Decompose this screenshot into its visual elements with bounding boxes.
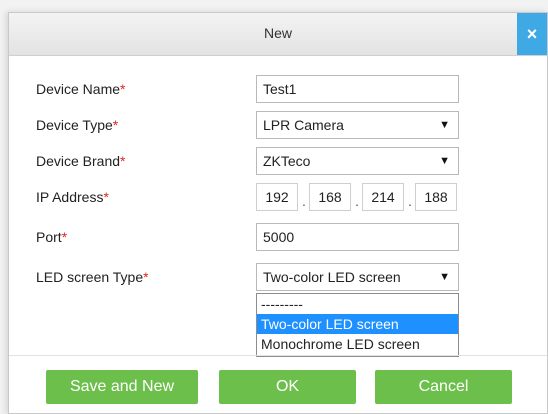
ip-address-label: IP Address* xyxy=(36,189,109,205)
dialog-title: New xyxy=(263,25,292,41)
port-label: Port* xyxy=(36,229,67,245)
ip-octet-1[interactable]: 192 xyxy=(256,183,298,211)
required-marker: * xyxy=(143,269,149,285)
dropdown-option-empty[interactable]: --------- xyxy=(257,294,458,314)
required-marker: * xyxy=(112,117,119,133)
required-marker: * xyxy=(103,189,109,205)
port-input[interactable]: 5000 xyxy=(256,223,459,251)
device-brand-label: Device Brand* xyxy=(36,153,126,169)
ip-octet-4[interactable]: 188 xyxy=(415,183,457,211)
ip-address-input: 192 . 168 . 214 . 188 xyxy=(256,183,459,211)
device-type-label-text: Device Type xyxy=(36,117,113,133)
device-name-input[interactable]: Test1 xyxy=(256,75,459,103)
device-type-label: Device Type* xyxy=(36,117,118,133)
led-screen-type-label-text: LED screen Type xyxy=(36,269,144,285)
ok-button[interactable]: OK xyxy=(219,370,356,404)
ip-dot: . xyxy=(355,193,359,209)
device-name-label: Device Name* xyxy=(36,81,125,97)
dialog-titlebar: New × xyxy=(9,13,547,56)
dropdown-option-two-color[interactable]: Two-color LED screen xyxy=(257,314,458,334)
led-screen-type-value: Two-color LED screen xyxy=(263,269,401,285)
save-and-new-button[interactable]: Save and New xyxy=(46,370,198,404)
device-brand-select[interactable]: ZKTeco ▼ xyxy=(256,147,459,175)
close-icon[interactable]: × xyxy=(517,13,547,55)
cancel-button[interactable]: Cancel xyxy=(375,370,512,404)
led-screen-type-select[interactable]: Two-color LED screen ▼ xyxy=(256,263,459,291)
led-screen-type-dropdown: --------- Two-color LED screen Monochrom… xyxy=(256,293,459,357)
device-type-select[interactable]: LPR Camera ▼ xyxy=(256,111,459,139)
port-label-text: Port xyxy=(36,229,62,245)
chevron-down-icon: ▼ xyxy=(439,155,450,167)
device-type-value: LPR Camera xyxy=(263,117,344,133)
ip-octet-2[interactable]: 168 xyxy=(309,183,351,211)
led-screen-type-label: LED screen Type* xyxy=(36,269,149,285)
ip-address-label-text: IP Address xyxy=(36,189,104,205)
required-marker: * xyxy=(120,153,126,169)
chevron-down-icon: ▼ xyxy=(439,271,450,283)
dropdown-option-monochrome[interactable]: Monochrome LED screen xyxy=(257,334,458,354)
chevron-down-icon: ▼ xyxy=(439,119,450,131)
device-brand-label-text: Device Brand xyxy=(36,153,121,169)
new-device-dialog: New × Device Name* Test1 Device Type* LP… xyxy=(8,12,548,414)
ip-dot: . xyxy=(408,193,412,209)
required-marker: * xyxy=(120,81,126,97)
footer-divider xyxy=(9,355,547,356)
device-name-label-text: Device Name xyxy=(36,81,121,97)
ip-dot: . xyxy=(302,193,306,209)
ip-octet-3[interactable]: 214 xyxy=(362,183,404,211)
device-brand-value: ZKTeco xyxy=(263,153,311,169)
required-marker: * xyxy=(61,229,68,245)
